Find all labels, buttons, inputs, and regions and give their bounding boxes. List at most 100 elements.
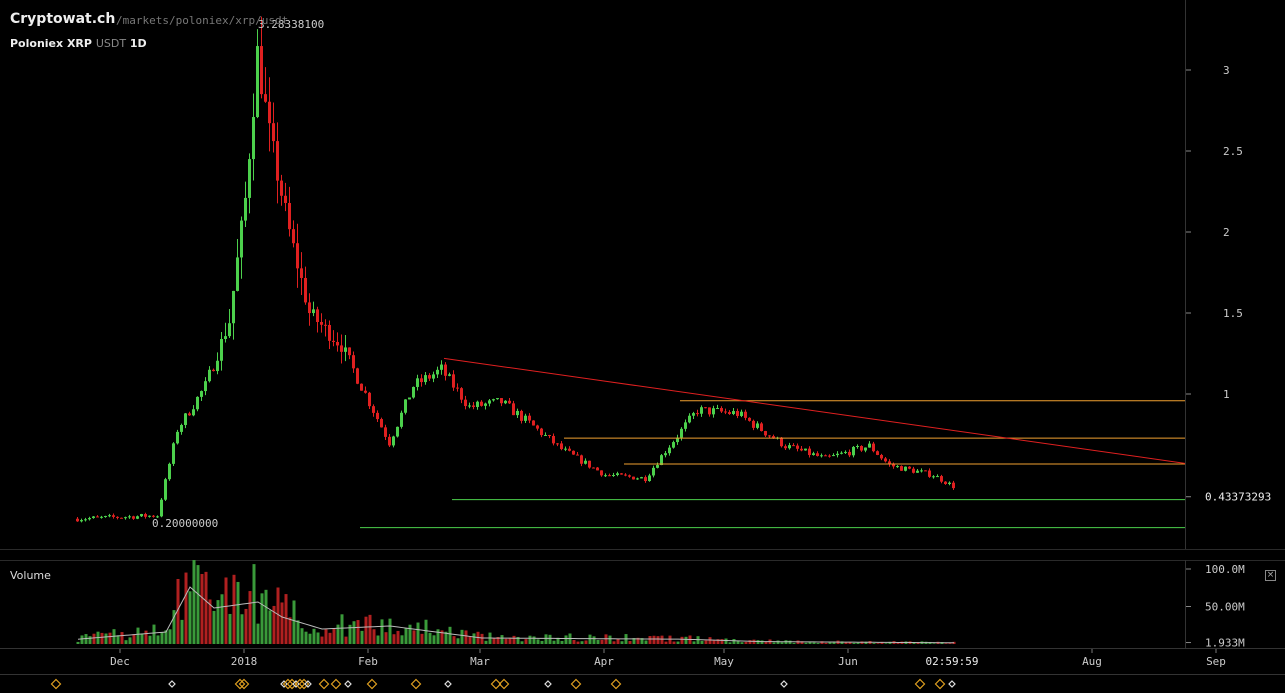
candle-body xyxy=(916,470,919,473)
candle xyxy=(352,351,355,373)
price-chart-pane[interactable]: R3R2R1S1S23.283381000.20000000 Cryptowat… xyxy=(0,0,1185,549)
volume-bar xyxy=(288,617,292,644)
candle-body xyxy=(576,454,579,456)
candle-body xyxy=(308,302,311,314)
candle-body xyxy=(932,476,935,478)
candle-body xyxy=(864,447,867,451)
candle-body xyxy=(144,514,147,517)
close-volume-icon[interactable]: × xyxy=(1265,570,1276,581)
candle-body xyxy=(740,411,743,416)
candle xyxy=(584,458,587,465)
candle-body xyxy=(536,425,539,429)
time-axis[interactable]: Dec 2018 Feb Mar Apr May Jun Aug Sep 02:59:59 xyxy=(0,648,1285,675)
candle xyxy=(328,320,331,349)
price-axis[interactable]: 3 2.5 2 1.5 1 0.43373293 xyxy=(1185,0,1285,549)
candle xyxy=(812,451,815,456)
candle-body xyxy=(204,381,207,392)
candle xyxy=(132,515,135,520)
candle-body xyxy=(384,427,387,437)
candle-body xyxy=(940,476,943,482)
candle-body xyxy=(792,445,795,447)
volume-bar xyxy=(856,642,860,644)
candle-body xyxy=(748,417,751,421)
candle xyxy=(104,515,107,518)
candle xyxy=(304,266,307,305)
candle-body xyxy=(212,369,215,372)
candle xyxy=(384,424,387,441)
volume-bar xyxy=(816,643,820,644)
volume-bar xyxy=(480,633,484,644)
event-marker-icon xyxy=(50,678,62,690)
volume-bar xyxy=(88,636,92,644)
volume-bar xyxy=(684,636,688,644)
candle-body xyxy=(256,46,259,118)
candle xyxy=(464,395,467,410)
candle-body xyxy=(420,378,423,383)
volume-bar xyxy=(648,636,652,644)
candle xyxy=(640,476,643,479)
candle xyxy=(472,401,475,410)
volume-bar xyxy=(612,641,616,644)
candle xyxy=(500,397,503,407)
candle xyxy=(740,409,743,418)
candle xyxy=(228,309,231,339)
candle xyxy=(416,374,419,391)
volume-pane[interactable]: Volume xyxy=(0,560,1185,648)
candle-body xyxy=(692,413,695,416)
volume-bar xyxy=(772,642,776,644)
events-strip[interactable] xyxy=(0,674,1285,693)
candle-body xyxy=(556,443,559,445)
candle xyxy=(672,440,675,449)
candle-body xyxy=(312,309,315,314)
volume-bar xyxy=(732,639,736,644)
interval-label[interactable]: 1D xyxy=(130,37,147,50)
candle-body xyxy=(408,397,411,400)
volume-bar xyxy=(652,635,656,644)
volume-bar xyxy=(388,618,392,644)
volume-bar xyxy=(616,638,620,644)
volume-bar xyxy=(104,633,108,644)
candle xyxy=(784,444,787,450)
price-tick-label: 2.5 xyxy=(1223,145,1243,158)
candle-body xyxy=(860,446,863,451)
candle-body xyxy=(664,453,667,456)
candle-body xyxy=(924,470,927,472)
candle xyxy=(236,239,239,292)
volume-bar xyxy=(548,634,552,644)
volume-bar xyxy=(284,594,288,644)
candle-body xyxy=(880,454,883,459)
candle xyxy=(216,352,219,375)
candle xyxy=(512,400,515,416)
candle-body xyxy=(300,268,303,278)
volume-bar xyxy=(76,641,80,644)
volume-bar xyxy=(504,638,508,644)
candle-body xyxy=(84,519,87,521)
candle-body xyxy=(568,448,571,451)
candle-body xyxy=(716,408,719,410)
candle xyxy=(708,407,711,417)
site-brand[interactable]: Cryptowat.ch xyxy=(10,11,115,27)
candle-body xyxy=(672,442,675,448)
candle-body xyxy=(628,475,631,477)
candle-body xyxy=(884,458,887,462)
candle xyxy=(804,448,807,451)
event-marker-icon xyxy=(610,678,622,690)
candle-body xyxy=(476,401,479,407)
candle-body xyxy=(116,516,119,518)
candle xyxy=(644,475,647,483)
volume-bar xyxy=(564,635,568,644)
candle-body xyxy=(680,428,683,438)
candle-body xyxy=(752,420,755,428)
candle xyxy=(172,442,175,466)
volume-bar xyxy=(156,635,160,644)
volume-bar xyxy=(280,602,284,644)
volume-chart xyxy=(76,560,956,644)
volume-bar xyxy=(792,642,796,644)
candle xyxy=(120,517,123,519)
volume-bar xyxy=(192,560,196,644)
candle xyxy=(936,474,939,478)
price-chart[interactable]: R3R2R1S1S23.283381000.20000000 xyxy=(0,0,1185,549)
volume-bar xyxy=(508,637,512,644)
candle-body xyxy=(816,453,819,456)
candle xyxy=(280,174,283,206)
